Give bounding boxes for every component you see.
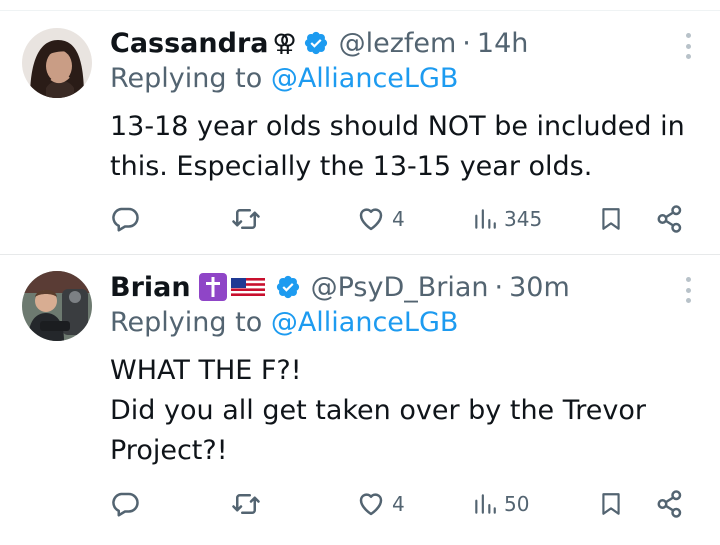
retweet-button[interactable]: [230, 486, 268, 522]
tweet-text: WHAT THE F?! Did you all get taken over …: [110, 351, 700, 471]
views-chart-icon: [475, 494, 496, 514]
tweet-header: Brian ✝️🇺🇸: [110, 267, 570, 307]
views-button[interactable]: 50: [472, 486, 529, 522]
retweet-button[interactable]: [230, 201, 268, 237]
heart-icon: [359, 493, 383, 516]
separator-dot: ·: [462, 27, 471, 59]
retweet-icon: [232, 494, 260, 514]
like-count: 4: [392, 492, 405, 516]
reply-icon: [112, 492, 139, 517]
bookmark-icon: [602, 493, 620, 515]
reply-button[interactable]: [110, 201, 146, 237]
tweet-header: Cassandra ⚢ @lezfem · 14h: [110, 23, 528, 63]
tweet-text-line: 13-18 year olds should NOT be included i…: [110, 111, 685, 142]
timestamp[interactable]: 30m: [509, 272, 570, 303]
views-chart-icon: [475, 209, 496, 229]
replying-to: Replying to @AllianceLGB: [110, 307, 458, 338]
action-bar: 4 345: [110, 201, 700, 237]
view-count: 345: [504, 207, 543, 231]
mention-link[interactable]: @AllianceLGB: [271, 63, 459, 94]
display-name[interactable]: Brian: [110, 272, 191, 303]
share-button[interactable]: [655, 201, 685, 237]
tweet-text-line: Did you all get taken over by the Trevor: [110, 395, 646, 426]
tweet-text-line: WHAT THE F?!: [110, 355, 302, 386]
view-count: 50: [504, 492, 530, 516]
verified-badge-icon[interactable]: [275, 274, 301, 300]
user-handle[interactable]: @lezfem: [339, 28, 457, 59]
tweet-cassandra[interactable]: Cassandra ⚢ @lezfem · 14h Replying to @A…: [0, 11, 720, 254]
user-handle[interactable]: @PsyD_Brian: [311, 272, 489, 303]
mention-link[interactable]: @AllianceLGB: [271, 307, 459, 338]
like-button[interactable]: 4: [356, 201, 405, 237]
tweet-text: 13-18 year olds should NOT be included i…: [110, 107, 700, 187]
retweet-icon: [232, 209, 260, 229]
like-count: 4: [392, 207, 405, 231]
share-button[interactable]: [655, 486, 685, 522]
share-icon: [657, 205, 682, 233]
action-bar: 4 50: [110, 486, 700, 522]
tweet-brian[interactable]: Brian ✝️🇺🇸: [0, 255, 720, 545]
timestamp[interactable]: 14h: [477, 28, 528, 59]
views-button[interactable]: 345: [472, 201, 542, 237]
share-icon: [657, 490, 682, 518]
avatar[interactable]: [22, 28, 92, 98]
reply-button[interactable]: [110, 486, 146, 522]
heart-icon: [359, 208, 383, 231]
tweet-text-line: Project?!: [110, 435, 228, 466]
avatar[interactable]: [22, 271, 92, 341]
reply-icon: [112, 207, 139, 232]
separator-dot: ·: [494, 271, 504, 303]
bookmark-icon: [602, 208, 620, 230]
tweet-text-line: this. Especially the 13-15 year olds.: [110, 151, 593, 182]
bookmark-button[interactable]: [598, 201, 624, 237]
replying-prefix: Replying to: [110, 307, 263, 338]
verified-badge-icon[interactable]: [303, 30, 329, 56]
lesbian-symbol-icon: ⚢: [272, 29, 297, 57]
reply-feed: Cassandra ⚢ @lezfem · 14h Replying to @A…: [0, 0, 720, 545]
display-name[interactable]: Cassandra: [110, 28, 268, 59]
replying-prefix: Replying to: [110, 63, 263, 94]
more-options-icon[interactable]: [682, 33, 694, 59]
more-options-icon[interactable]: [682, 277, 694, 303]
bookmark-button[interactable]: [598, 486, 624, 522]
like-button[interactable]: 4: [356, 486, 405, 522]
cross-flag-emoji-icon: ✝️🇺🇸: [198, 273, 269, 301]
replying-to: Replying to @AllianceLGB: [110, 63, 458, 94]
